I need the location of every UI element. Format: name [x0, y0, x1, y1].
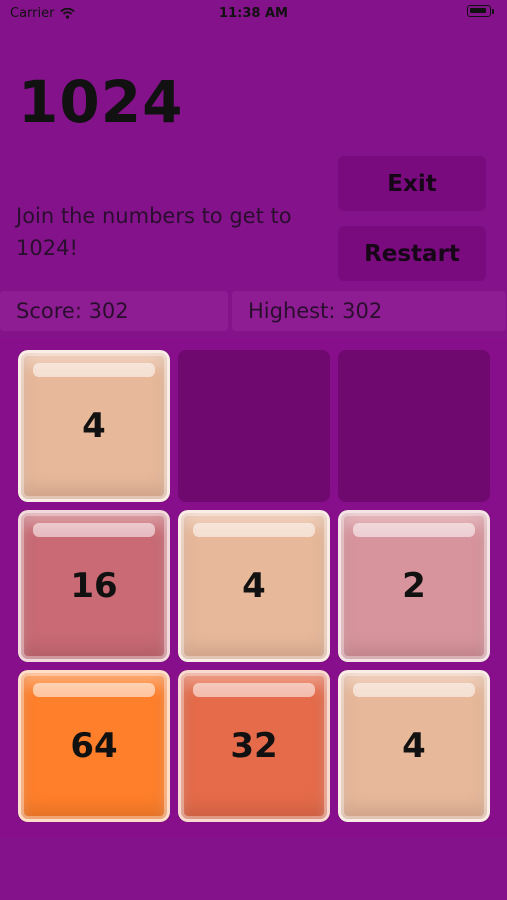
game-title: 1024 — [18, 68, 184, 136]
score-label: Score: 302 — [0, 291, 228, 331]
status-bar: Carrier 11:38 AM — [0, 0, 507, 28]
tile-16[interactable]: 16 — [18, 510, 170, 662]
clock: 11:38 AM — [219, 6, 288, 21]
tile-2[interactable]: 2 — [338, 510, 490, 662]
battery-icon — [467, 5, 497, 19]
tile-32[interactable]: 32 — [178, 670, 330, 822]
tile-4[interactable]: 4 — [18, 350, 170, 502]
tile-4[interactable]: 4 — [178, 510, 330, 662]
bottom-area — [0, 838, 507, 900]
exit-button[interactable]: Exit — [338, 156, 486, 211]
tile-64[interactable]: 64 — [18, 670, 170, 822]
highest-score-label: Highest: 302 — [232, 291, 506, 331]
restart-button[interactable]: Restart — [338, 226, 486, 281]
tile-4[interactable]: 4 — [338, 670, 490, 822]
board-cell — [338, 350, 490, 502]
instructions-text: Join the numbers to get to 1024! — [16, 204, 292, 260]
board-cell — [178, 350, 330, 502]
score-bar: Score: 302 Highest: 302 — [0, 291, 507, 331]
game-board[interactable]: 4 16 4 2 64 32 4 — [0, 338, 507, 838]
